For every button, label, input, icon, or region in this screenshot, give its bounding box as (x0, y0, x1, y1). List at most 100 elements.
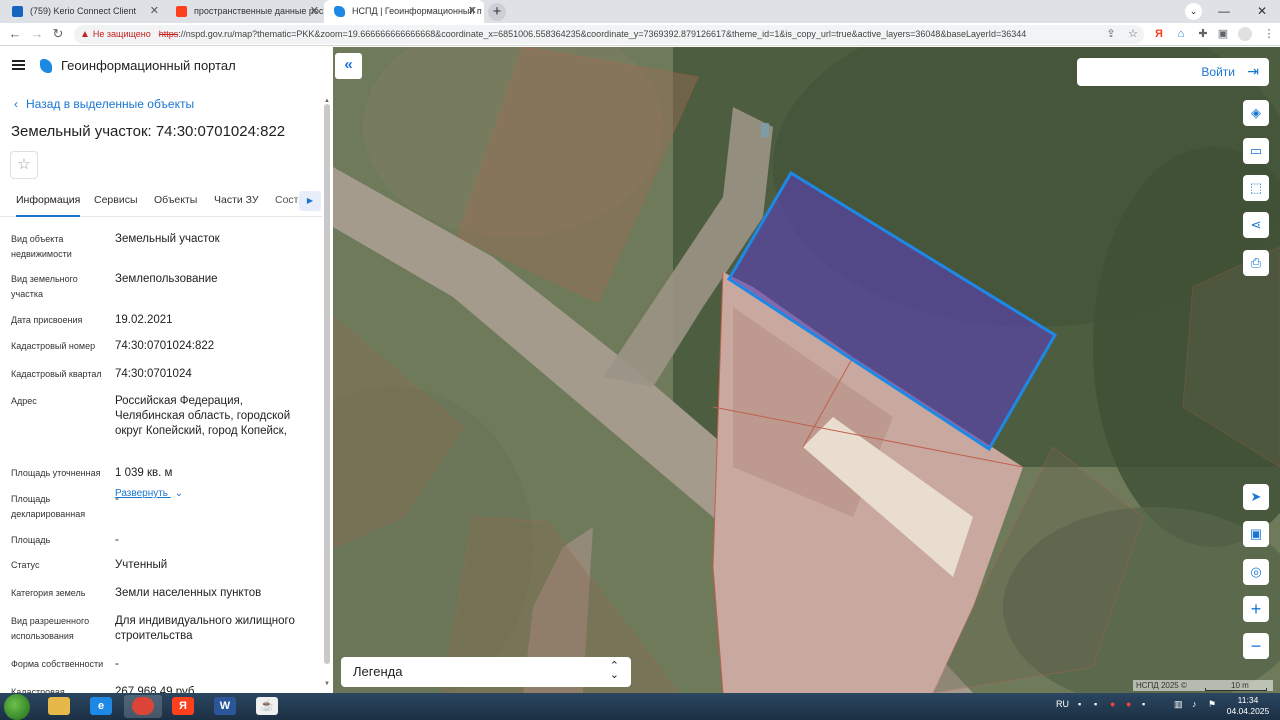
property-label: Форма собственности (11, 659, 104, 669)
satellite-imagery (333, 47, 1280, 693)
zoom-out-button[interactable]: − (1243, 633, 1269, 659)
property-value: - (115, 493, 119, 505)
profile-avatar-icon[interactable] (1238, 27, 1252, 41)
property-value: 267 968,49 руб. (115, 686, 198, 693)
minimize-icon[interactable]: — (1206, 0, 1242, 23)
not-secure-label: Не защищено (92, 29, 151, 39)
property-value: 74:30:0701024:822 (115, 340, 215, 352)
volume-icon[interactable]: ♪ (1192, 699, 1197, 709)
close-tab-icon[interactable]: ✕ (468, 0, 477, 23)
tab-parts[interactable]: Части ЗУ (214, 187, 259, 217)
portal-title: Геоинформационный портал (61, 58, 236, 73)
yandex-taskbar-icon[interactable]: Я (164, 695, 202, 718)
network-icon[interactable]: ▥ (1174, 699, 1183, 710)
chevron-left-icon: ‹ (14, 97, 18, 111)
kerio-favicon-icon (12, 6, 23, 17)
yandex-extension-icon[interactable]: Я (1152, 27, 1166, 41)
portal-logo-icon (40, 59, 52, 73)
puzzle-icon[interactable]: ✚ (1196, 27, 1210, 41)
chevron-updown-icon: ⌃ ⌄ (609, 660, 619, 681)
print-icon[interactable]: ⎙ (1243, 250, 1269, 276)
minimap-icon[interactable]: ▣ (1243, 521, 1269, 547)
share-icon[interactable]: ⋖ (1243, 212, 1269, 238)
extension-icon[interactable]: ⌂ (1174, 27, 1188, 41)
share-page-icon[interactable]: ⇪ (1104, 27, 1118, 41)
taskbar-clock[interactable]: 11:34 04.04.2025 (1224, 695, 1272, 717)
java-taskbar-icon[interactable]: ☕ (248, 695, 286, 718)
login-button[interactable]: Войти ⇥ (1077, 58, 1269, 86)
windows-taskbar: e Я W ☕ RU ▪ ▪ ● ● ▪ ▥ ♪ ⚑ 11:34 04.04.2… (0, 693, 1280, 720)
layers-icon[interactable]: ◈ (1243, 100, 1269, 126)
back-arrow-icon[interactable]: ← (6, 25, 24, 43)
tray-icon[interactable]: ● (1126, 699, 1131, 709)
chrome-taskbar-icon[interactable] (124, 695, 162, 718)
browser-tab-bar: (759) Kerio Connect Client ✕ пространств… (0, 0, 1280, 23)
word-taskbar-icon[interactable]: W (206, 695, 244, 718)
property-value: - (115, 658, 119, 670)
close-tab-icon[interactable]: ✕ (150, 0, 159, 23)
url-input[interactable]: ▲ Не защищено https://nspd.gov.ru/map?them… (74, 25, 1144, 44)
geolocation-icon[interactable]: ◎ (1243, 559, 1269, 585)
property-label: Статус (11, 560, 40, 570)
sidebar-icon[interactable]: ▣ (1216, 27, 1230, 41)
property-value: 1 039 кв. м (115, 467, 173, 479)
property-label: Кадастровый квартал (11, 369, 102, 379)
property-label: Категория земель (11, 588, 86, 598)
property-label: Вид земельного участка (11, 274, 78, 299)
property-label: Адрес (11, 396, 37, 406)
address-bar: ← → ↻ ▲ Не защищено https://nspd.gov.ru/ma… (0, 23, 1280, 46)
tray-icon[interactable]: ● (1110, 699, 1115, 709)
bookmark-star-icon[interactable]: ☆ (1126, 27, 1140, 41)
property-value: Учтенный (115, 559, 168, 571)
language-indicator[interactable]: RU (1056, 699, 1069, 709)
nspd-favicon-icon (334, 6, 345, 17)
browser-tab-nspd[interactable]: НСПД | Геоинформационный п ✕ (324, 0, 484, 23)
url-text: ://nspd.gov.ru/map?thematic=PKK&zoom=19.… (178, 29, 1027, 39)
tray-icon[interactable]: ▪ (1078, 699, 1081, 709)
panel-scrollbar[interactable]: ▲ ▼ (323, 98, 331, 693)
close-tab-icon[interactable]: ✕ (310, 0, 319, 23)
ruler-icon[interactable]: ▭ (1243, 138, 1269, 164)
tray-icon[interactable]: ▪ (1142, 699, 1145, 709)
map-view[interactable]: « Войти ⇥ ◈ ▭ ⬚ ⋖ ⎙ ➤ ▣ ◎ + − Легенда ⌃ ⌄… (333, 47, 1280, 693)
property-value: 19.02.2021 (115, 314, 173, 326)
browser-tab-kerio[interactable]: (759) Kerio Connect Client ✕ (2, 0, 166, 23)
property-value: Для индивидуального жилищного строительс… (115, 615, 295, 642)
property-value: Земельный участок (115, 233, 220, 245)
explorer-taskbar-icon[interactable] (40, 695, 78, 718)
clock-date: 04.04.2025 (1226, 706, 1270, 716)
new-tab-button[interactable]: + (488, 3, 506, 21)
tab-title: (759) Kerio Connect Client (30, 6, 137, 16)
tab-services[interactable]: Сервисы (94, 187, 138, 217)
scroll-down-icon[interactable]: ▼ (323, 681, 331, 687)
collapse-panel-button[interactable]: « (335, 53, 362, 79)
property-label: Вид объекта недвижимости (11, 234, 72, 259)
tab-search-icon[interactable]: ⌄ (1185, 3, 1202, 20)
forward-arrow-icon[interactable]: → (28, 25, 46, 43)
locate-icon[interactable]: ➤ (1243, 484, 1269, 510)
browser-menu-icon[interactable]: ⋮ (1262, 27, 1276, 41)
back-to-selected-link[interactable]: ‹ Назад в выделенные объекты (14, 97, 194, 111)
menu-icon[interactable] (12, 60, 25, 70)
property-label: Вид разрешенного использования (11, 616, 90, 641)
reload-icon[interactable]: ↻ (49, 25, 67, 43)
close-window-icon[interactable]: ✕ (1244, 0, 1280, 23)
property-value: Землепользование (115, 273, 218, 285)
tab-title: НСПД | Геоинформационный п (352, 6, 482, 16)
tabs-next-icon[interactable]: ▶ (299, 191, 321, 211)
favorite-star-icon[interactable]: ☆ (10, 151, 38, 179)
windows-start-button[interactable] (4, 694, 30, 720)
legend-label: Легенда (353, 664, 403, 679)
browser-tab-yandex[interactable]: пространственные данные роср ✕ (166, 0, 326, 23)
tray-icon[interactable]: ▪ (1094, 699, 1097, 709)
ie-taskbar-icon[interactable]: e (82, 695, 120, 718)
scrollbar-thumb[interactable] (324, 104, 330, 664)
tab-objects[interactable]: Объекты (154, 187, 197, 217)
yandex-favicon-icon (176, 6, 187, 17)
info-tabs: Информация Сервисы Объекты Части ЗУ Сост… (0, 187, 322, 217)
select-area-icon[interactable]: ⬚ (1243, 175, 1269, 201)
legend-dropdown[interactable]: Легенда ⌃ ⌄ (341, 657, 631, 687)
zoom-in-button[interactable]: + (1243, 596, 1269, 622)
flag-icon[interactable]: ⚑ (1208, 699, 1216, 710)
tab-information[interactable]: Информация (16, 187, 81, 217)
